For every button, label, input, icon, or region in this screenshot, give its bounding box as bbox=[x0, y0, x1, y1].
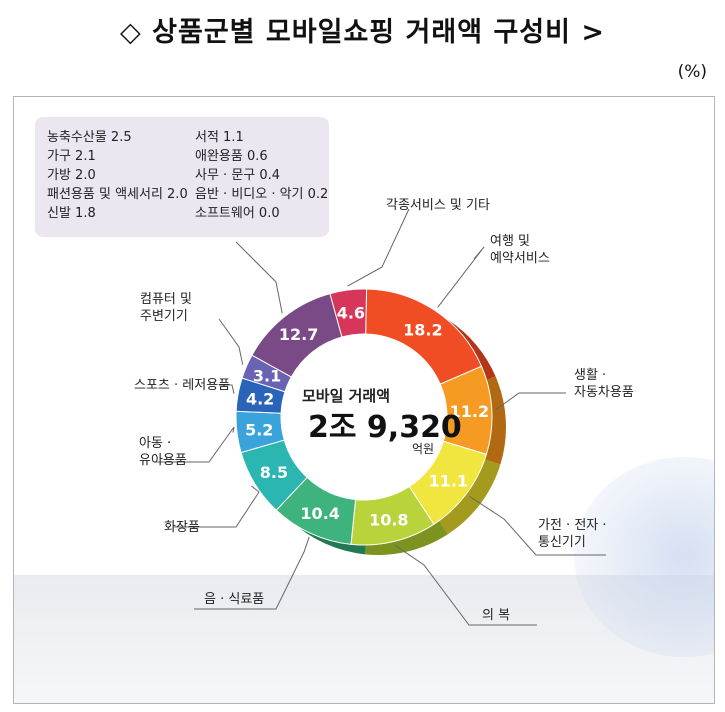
unit-label: (%) bbox=[677, 62, 707, 82]
slice-category-label: 화장품 bbox=[164, 520, 200, 535]
slice-category-label: 음 · 식료품 bbox=[204, 592, 264, 607]
legend-right-item: 소프트웨어 0.0 bbox=[195, 206, 280, 221]
legend-left-item: 패션용품 및 액세서리 2.0 bbox=[47, 187, 188, 202]
slice-value-label: 4.2 bbox=[246, 389, 274, 408]
slice-category-label: 아동 · 유아용품 bbox=[139, 436, 187, 468]
legend-right-item: 사무 · 문구 0.4 bbox=[195, 168, 281, 183]
slice-category-label: 여행 및 예약서비스 bbox=[490, 233, 550, 266]
slice-category-label: 생활 · 자동차용품 bbox=[574, 368, 634, 400]
center-value: 2조 9,320 bbox=[308, 410, 462, 445]
chart-frame: 18.2 11.2 11.1 10.8 10.4 8.5 5.2 4.2 3.1 12.7 4.6 … bbox=[13, 96, 715, 704]
slice-category-label: 의 복 bbox=[482, 608, 510, 623]
slice-value-label: 18.2 bbox=[403, 320, 442, 339]
slice-value-label: 12.7 bbox=[279, 325, 318, 344]
slice-category-label: 컴퓨터 및 주변기기 bbox=[140, 292, 192, 324]
slice-value-label: 8.5 bbox=[260, 463, 288, 482]
leader-line bbox=[495, 392, 566, 411]
leader-line bbox=[437, 246, 485, 308]
slice-value-label: 10.8 bbox=[369, 511, 408, 530]
legend-left-item: 가구 2.1 bbox=[47, 149, 96, 164]
legend-right-item: 음반 · 비디오 · 악기 0.2 bbox=[195, 187, 329, 202]
slice-value-label: 11.1 bbox=[429, 471, 468, 490]
center-label: 모바일 거래액 bbox=[302, 387, 390, 405]
legend-column-right: 서적 1.1 애완용품 0.6 사무 · 문구 0.4 음반 · 비디오 · 악기 0… bbox=[195, 128, 328, 223]
slice-category-label: 스포츠 · 레저용품 bbox=[134, 378, 230, 393]
slice-category-label: 각종서비스 및 기타 bbox=[386, 198, 490, 213]
leader-line bbox=[235, 241, 283, 314]
legend-left-item: 가방 2.0 bbox=[47, 168, 96, 183]
leader-line bbox=[394, 544, 537, 626]
page-title: ◇ 상품군별 모바일쇼핑 거래액 구성비 > bbox=[120, 17, 605, 48]
legend-right-item: 애완용품 0.6 bbox=[195, 149, 268, 164]
slice-value-label: 10.4 bbox=[300, 504, 339, 523]
slice-value-label: 4.6 bbox=[337, 303, 365, 322]
legend-left-item: 신발 1.8 bbox=[47, 206, 96, 221]
slice-value-label: 5.2 bbox=[245, 420, 273, 439]
legend-right-item: 서적 1.1 bbox=[195, 130, 244, 145]
slice-category-label: 가전 · 전자 · 통신기기 bbox=[538, 518, 607, 550]
slice-value-label: 3.1 bbox=[253, 366, 281, 385]
legend-column-left: 농축수산물 2.5 가구 2.1 가방 2.0 패션용품 및 액세서리 2.0 신발 1… bbox=[47, 128, 188, 223]
leader-line bbox=[218, 318, 244, 365]
center-unit: 억원 bbox=[412, 442, 434, 456]
leader-line bbox=[347, 208, 410, 287]
legend-left-item: 농축수산물 2.5 bbox=[47, 130, 132, 145]
other-categories-box: 농축수산물 2.5 가구 2.1 가방 2.0 패션용품 및 액세서리 2.0 신발 1… bbox=[35, 117, 329, 237]
